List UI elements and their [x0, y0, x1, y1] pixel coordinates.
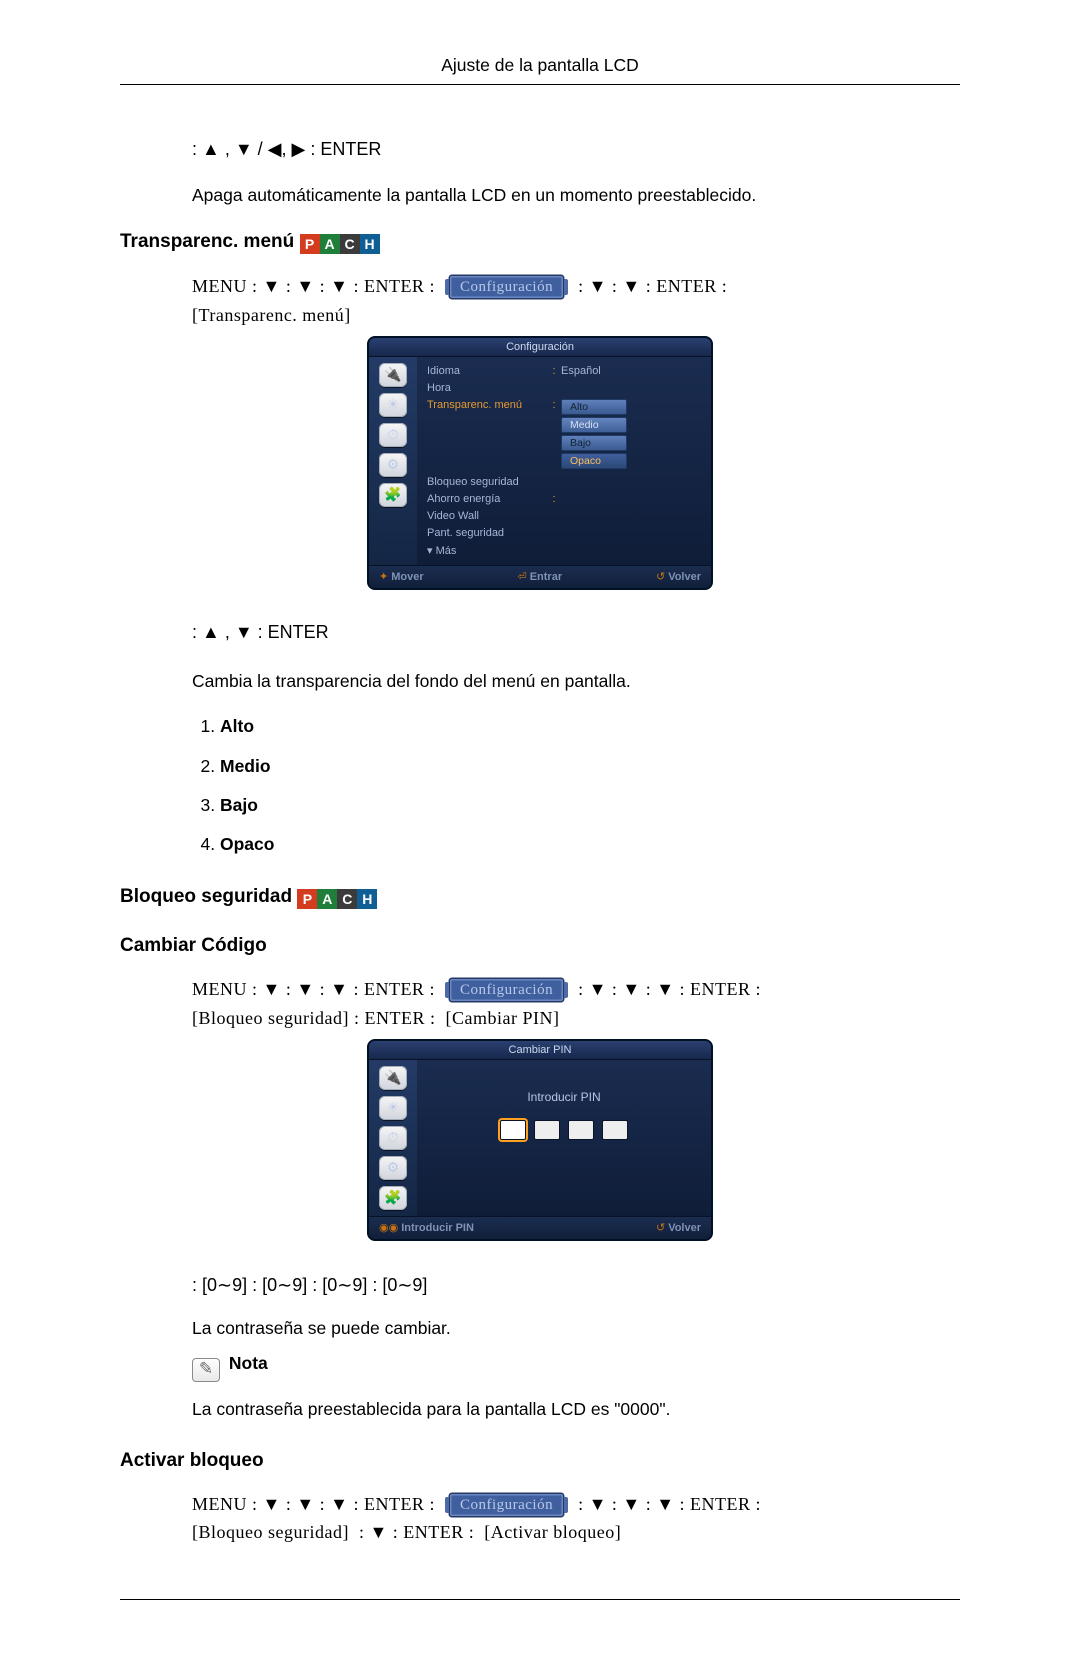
- pin-digit-4[interactable]: [602, 1120, 628, 1140]
- osd-title: Configuración: [369, 338, 711, 357]
- note-text: La contraseña preestablecida para la pan…: [192, 1396, 960, 1423]
- osd-icon-rail: 🔌 ☀ ⏱ ⚙ 🧩: [369, 1060, 417, 1216]
- osd-option-stack[interactable]: Alto Medio Bajo Opaco: [561, 399, 707, 471]
- config-chip: Configuración: [450, 276, 563, 298]
- osd-menu-list[interactable]: Idioma:Español Hora Transparenc. menú: A…: [417, 357, 711, 565]
- note-label: Nota: [229, 1353, 268, 1373]
- config-chip: Configuración: [450, 979, 563, 1001]
- sound-icon: ⏱: [379, 423, 407, 447]
- osd-panel-pin: Cambiar PIN 🔌 ☀ ⏱ ⚙ 🧩 Introducir PIN ◉◉: [367, 1039, 713, 1241]
- timer-desc: Apaga automáticamente la pantalla LCD en…: [192, 182, 960, 209]
- setup-icon: ⚙: [379, 453, 407, 477]
- transparency-options-list: Alto Medio Bajo Opaco: [192, 707, 960, 864]
- pin-input[interactable]: [500, 1120, 628, 1140]
- picture-icon: ☀: [379, 393, 407, 417]
- note-icon: ✎: [192, 1358, 220, 1382]
- heading-lock: Bloqueo seguridad PACH: [120, 886, 960, 909]
- multi-icon: 🧩: [379, 1186, 407, 1210]
- heading-change-code: Cambiar Código: [120, 935, 960, 957]
- heading-activate-lock: Activar bloqueo: [120, 1450, 960, 1472]
- pin-digit-2[interactable]: [534, 1120, 560, 1140]
- activate-nav-path: MENU : ▼ : ▼ : ▼ : ENTER : Configuración…: [192, 1490, 960, 1548]
- transp-desc: Cambia la transparencia del fondo del me…: [192, 668, 960, 695]
- setup-icon: ⚙: [379, 1156, 407, 1180]
- pin-nav: : [0∼9] : [0∼9] : [0∼9] : [0∼9]: [192, 1271, 960, 1300]
- config-chip: Configuración: [450, 1494, 563, 1516]
- pin-prompt: Introducir PIN: [527, 1090, 600, 1104]
- heading-transparency: Transparenc. menú PACH: [120, 231, 960, 254]
- input-icon: 🔌: [379, 363, 407, 387]
- lock-nav-path: MENU : ▼ : ▼ : ▼ : ENTER : Configuración…: [192, 975, 960, 1033]
- footer-rule: [120, 1599, 960, 1600]
- transp-nav-path: MENU : ▼ : ▼ : ▼ : ENTER : Configuración…: [192, 272, 960, 330]
- pin-digit-3[interactable]: [568, 1120, 594, 1140]
- pin-desc: La contraseña se puede cambiar.: [192, 1315, 960, 1342]
- picture-icon: ☀: [379, 1096, 407, 1120]
- header-rule: [120, 84, 960, 85]
- input-icon: 🔌: [379, 1066, 407, 1090]
- osd-footer: ✦Mover ⏎Entrar ↺Volver: [369, 565, 711, 588]
- osd-icon-rail: 🔌 ☀ ⏱ ⚙ 🧩: [369, 357, 417, 565]
- osd-footer: ◉◉Introducir PIN ↺Volver: [369, 1216, 711, 1239]
- sound-icon: ⏱: [379, 1126, 407, 1150]
- transp-nav2: : ▲ , ▼ : ENTER: [192, 618, 960, 647]
- timer-nav: : ▲ , ▼ / ◀, ▶ : ENTER: [192, 135, 960, 164]
- osd-title: Cambiar PIN: [369, 1041, 711, 1060]
- page-title: Ajuste de la pantalla LCD: [120, 55, 960, 76]
- pach-badge: PACH: [300, 234, 380, 254]
- pin-digit-1[interactable]: [500, 1120, 526, 1140]
- osd-panel-config: Configuración 🔌 ☀ ⏱ ⚙ 🧩 Idioma:Español H…: [367, 336, 713, 590]
- multi-icon: 🧩: [379, 483, 407, 507]
- pach-badge: PACH: [297, 889, 377, 909]
